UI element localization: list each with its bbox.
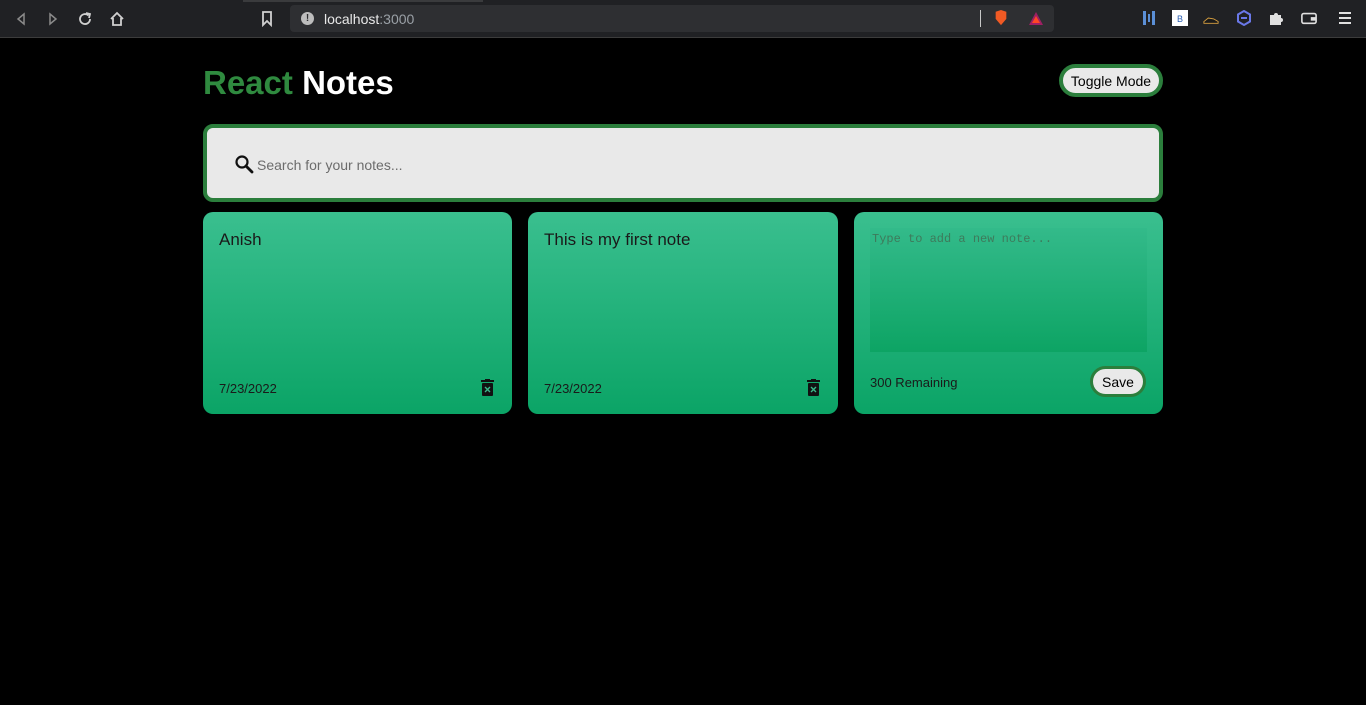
svg-text:B: B <box>1177 14 1183 24</box>
home-icon[interactable] <box>106 8 128 30</box>
address-bar-divider <box>980 10 981 27</box>
menu-icon[interactable] <box>1337 10 1353 26</box>
back-icon[interactable] <box>10 8 32 30</box>
title-notes: Notes <box>302 64 394 101</box>
site-info-icon[interactable]: ! <box>301 12 314 25</box>
characters-remaining: 300 Remaining <box>870 375 958 390</box>
toggle-mode-button[interactable]: Toggle Mode <box>1059 64 1163 97</box>
note-text: This is my first note <box>544 230 691 249</box>
note-card: This is my first note 7/23/2022 <box>528 212 838 414</box>
delete-icon[interactable] <box>481 379 494 396</box>
note-text: Anish <box>219 230 262 249</box>
wallet-icon[interactable] <box>1301 10 1317 26</box>
delete-icon[interactable] <box>807 379 820 396</box>
bookmark-icon[interactable] <box>256 8 278 30</box>
browser-toolbar: ! localhost:3000 B <box>0 0 1366 38</box>
note-date: 7/23/2022 <box>219 381 277 396</box>
note-card: Anish 7/23/2022 <box>203 212 512 414</box>
title-react: React <box>203 64 293 101</box>
search-input[interactable] <box>255 152 1119 178</box>
extension-hex-icon[interactable] <box>1236 10 1252 26</box>
active-tab-indicator <box>243 0 483 2</box>
save-button[interactable]: Save <box>1090 366 1146 397</box>
new-note-textarea[interactable] <box>870 228 1147 352</box>
extension-bars-icon[interactable] <box>1141 10 1157 26</box>
url-text: localhost:3000 <box>324 11 415 27</box>
note-date: 7/23/2022 <box>544 381 602 396</box>
extension-cat-icon[interactable] <box>1203 10 1219 26</box>
extensions-puzzle-icon[interactable] <box>1268 10 1284 26</box>
forward-icon[interactable] <box>42 8 64 30</box>
address-bar[interactable]: ! localhost:3000 <box>290 5 1054 32</box>
reload-icon[interactable] <box>74 8 96 30</box>
brave-rewards-icon[interactable] <box>1028 11 1044 27</box>
page-title: React Notes <box>203 62 394 104</box>
search-icon <box>235 155 254 174</box>
new-note-card: 300 Remaining Save <box>854 212 1163 414</box>
brave-shield-icon[interactable] <box>993 10 1009 26</box>
search-bar <box>203 124 1163 202</box>
extension-b-icon[interactable]: B <box>1172 10 1188 26</box>
